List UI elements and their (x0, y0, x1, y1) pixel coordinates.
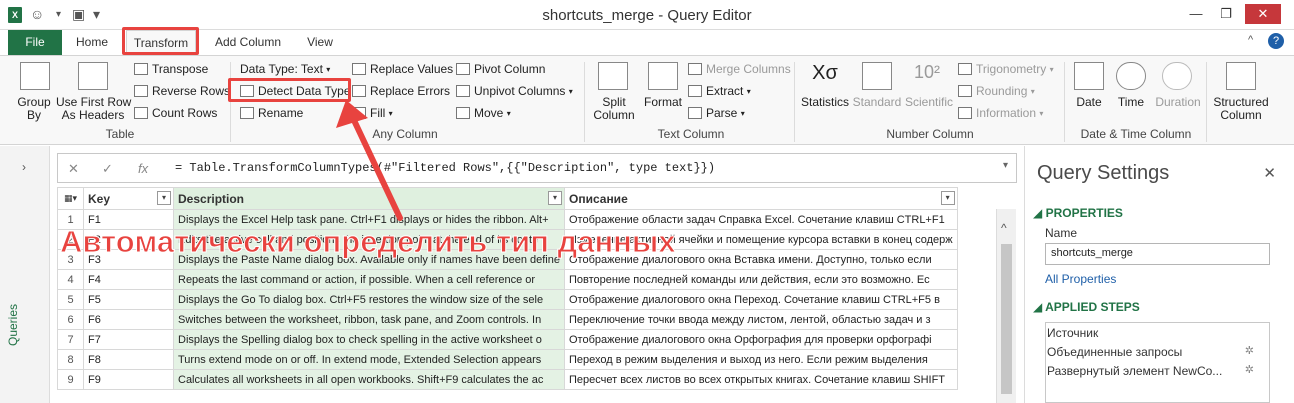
annotation-arrow (336, 100, 403, 221)
annotation-text: Автоматически определить тип данных (60, 224, 677, 260)
